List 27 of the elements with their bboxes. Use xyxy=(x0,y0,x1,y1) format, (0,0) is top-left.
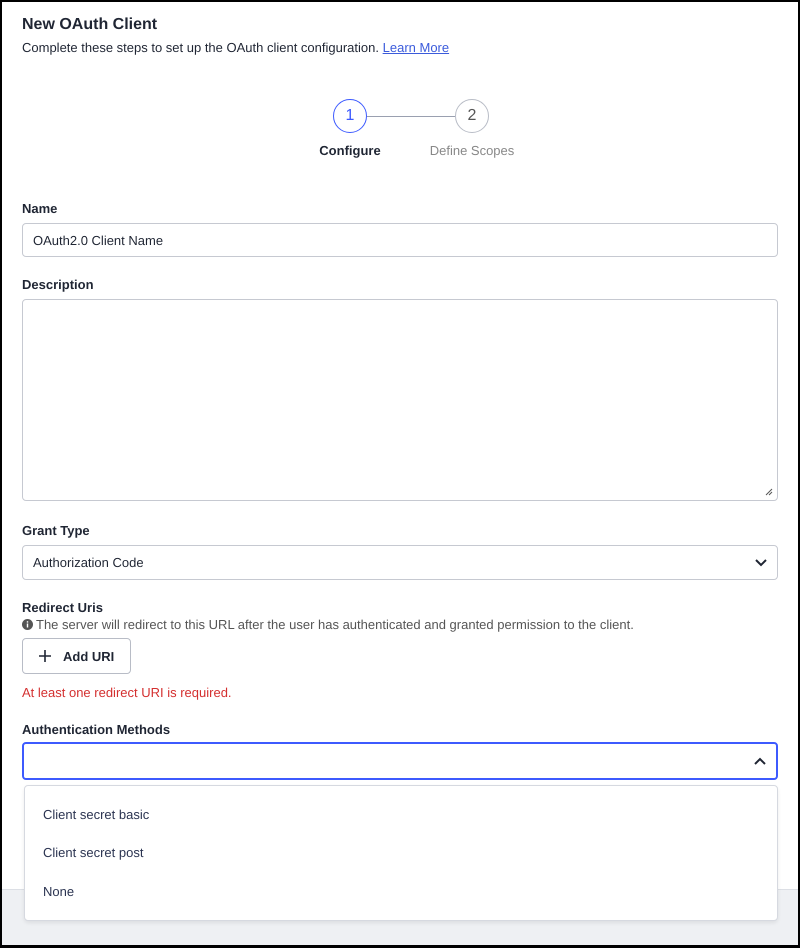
authentication-methods-select[interactable] xyxy=(22,742,778,780)
plus-icon xyxy=(39,650,51,662)
field-label: Name xyxy=(22,201,58,217)
grant-type-select[interactable]: Authorization Code xyxy=(22,545,778,580)
add-uri-button[interactable]: Add URI xyxy=(22,638,132,674)
info-icon xyxy=(22,619,33,630)
field-label: Authentication Methods xyxy=(22,722,172,738)
field-label: Description xyxy=(22,277,95,293)
step-label: Configure xyxy=(319,143,381,158)
field-label: Grant Type xyxy=(22,523,91,539)
step-circle[interactable]: 2 xyxy=(455,99,489,133)
learn-more-link[interactable]: Learn More xyxy=(382,40,450,55)
page-title: New OAuth Client xyxy=(22,15,158,35)
field-label: Redirect Uris xyxy=(22,600,104,616)
resize-handle-icon[interactable] xyxy=(765,488,773,496)
error-message: At least one redirect URI is required. xyxy=(22,685,233,700)
step-label: Define Scopes xyxy=(430,143,514,158)
step-circle[interactable]: 1 xyxy=(333,99,367,133)
chevron-up-icon xyxy=(754,757,766,765)
page-subtitle: Complete these steps to set up the OAuth client configuration. xyxy=(22,40,379,55)
hint-text: The server will redirect to this URL after the user has authenticated and granted permission to the client. xyxy=(36,617,634,632)
dropdown-option[interactable]: Client secret post xyxy=(25,834,777,872)
dropdown-option[interactable]: None xyxy=(25,872,777,910)
dropdown-option[interactable]: Client secret basic xyxy=(25,795,777,834)
chevron-down-icon xyxy=(755,558,767,566)
description-field[interactable] xyxy=(22,299,778,501)
name-field[interactable]: OAuth2.0 Client Name xyxy=(22,223,778,257)
